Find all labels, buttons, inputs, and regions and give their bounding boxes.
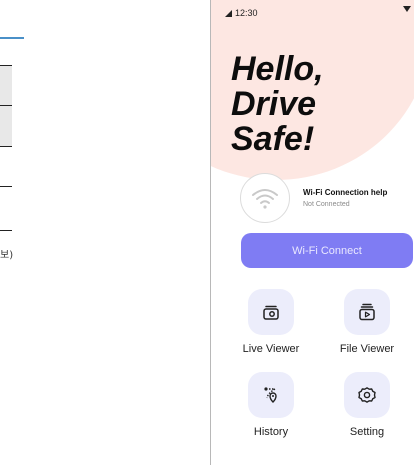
live-camera-icon <box>263 305 279 320</box>
file-viewer-label: File Viewer <box>339 343 395 355</box>
wifi-down-icon <box>403 6 411 12</box>
wifi-connection-status: Not Connected <box>303 201 350 208</box>
fragment-table-cell <box>0 65 12 107</box>
file-video-icon <box>359 303 375 321</box>
signal-icon <box>225 9 232 17</box>
gear-icon <box>358 387 376 403</box>
history-label: History <box>253 426 289 438</box>
setting-button[interactable]: Setting <box>327 372 407 438</box>
hero-line: Hello, <box>231 50 324 88</box>
phone-screen: 12:30 Hello, Drive Safe! Wi-Fi Connectio… <box>210 0 414 465</box>
history-button[interactable]: History <box>231 372 311 438</box>
setting-label: Setting <box>349 426 385 438</box>
hero-heading: Hello, Drive Safe! <box>231 52 324 157</box>
fragment-text: 보) <box>0 250 14 261</box>
fragment-blue-rule <box>0 37 24 39</box>
wifi-help-link[interactable]: Wi-Fi Connection help <box>303 188 387 197</box>
fragment-rule <box>0 230 12 231</box>
fragment-table-cell <box>0 105 12 147</box>
live-viewer-button[interactable]: Live Viewer <box>231 289 311 355</box>
status-time: 12:30 <box>235 8 258 18</box>
file-viewer-tile <box>344 289 390 335</box>
wifi-icon <box>252 189 278 209</box>
fragment-rule <box>0 186 12 187</box>
setting-tile <box>344 372 390 418</box>
live-viewer-tile <box>248 289 294 335</box>
status-bar: 12:30 <box>225 8 258 18</box>
left-document-fragment: 보) <box>0 0 24 465</box>
location-history-icon <box>264 387 277 403</box>
live-viewer-label: Live Viewer <box>242 343 300 355</box>
file-viewer-button[interactable]: File Viewer <box>327 289 407 355</box>
history-tile <box>248 372 294 418</box>
wifi-status-indicator[interactable] <box>240 173 290 223</box>
hero-line: Drive <box>231 85 317 123</box>
wifi-connect-button[interactable]: Wi-Fi Connect <box>241 233 413 268</box>
hero-line: Safe! <box>231 120 315 158</box>
